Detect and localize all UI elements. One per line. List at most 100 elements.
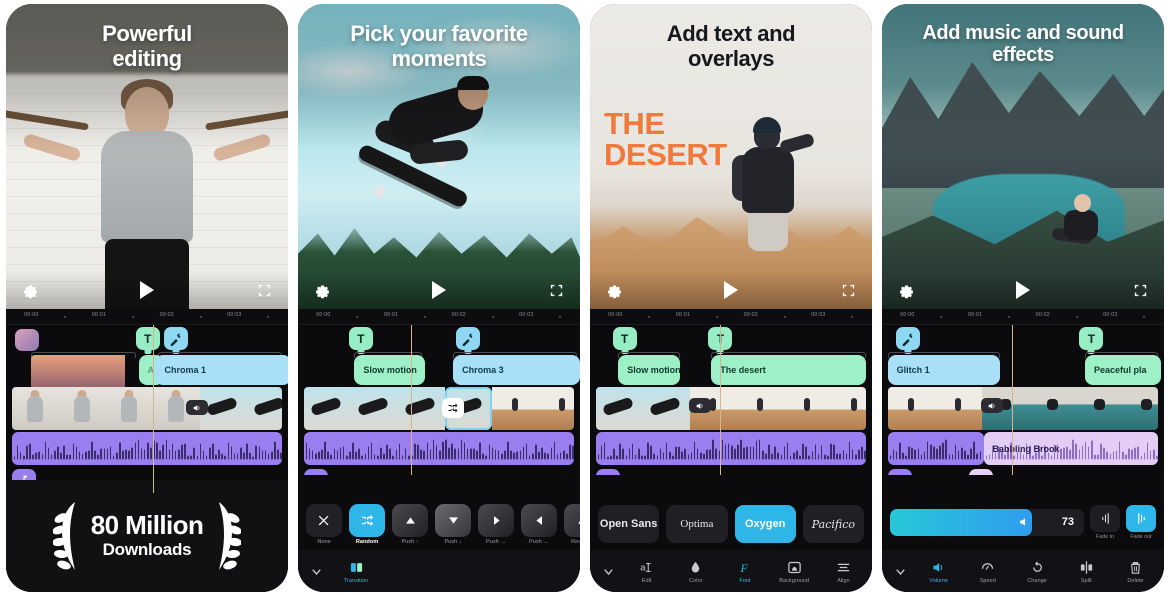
transition-option-push-up[interactable]: Push ↑: [392, 503, 428, 545]
toolbar-item-split[interactable]: Split: [1062, 559, 1111, 584]
overlay-clip[interactable]: Chroma 1: [155, 355, 288, 385]
fullscreen-icon[interactable]: [254, 280, 274, 300]
overlay-track[interactable]: Glitch 1 Peaceful pla: [882, 355, 1164, 385]
fade-in-control[interactable]: Fade in: [1090, 504, 1120, 540]
magic-wand-icon[interactable]: [163, 327, 188, 350]
fade-out-control[interactable]: Fade out: [1126, 504, 1156, 540]
player-controls[interactable]: [882, 271, 1164, 309]
transition-option-push-right[interactable]: Push →: [478, 503, 514, 545]
mute-icon[interactable]: [688, 398, 711, 413]
close-icon[interactable]: [306, 503, 342, 537]
overlay-clip[interactable]: The desert: [711, 355, 867, 385]
playhead[interactable]: [152, 325, 155, 493]
timeline-editor[interactable]: 00:00 00:01 00:02 00:03 00:04 00:05 T: [882, 309, 1164, 592]
overlay-clip[interactable]: Glitch 1: [887, 355, 1001, 385]
music-note-icon[interactable]: [595, 469, 620, 475]
chevron-down-icon[interactable]: [302, 564, 330, 579]
volume-slider[interactable]: 73: [890, 508, 1084, 536]
overlay-clip[interactable]: Slow motion: [354, 355, 425, 385]
gear-icon[interactable]: [20, 280, 40, 300]
toolbar-item-edit[interactable]: a Edit: [622, 559, 671, 583]
fade-in-icon[interactable]: [1090, 504, 1120, 532]
audio-track[interactable]: [590, 432, 872, 465]
timeline-ruler[interactable]: 00:00 00:01 00:02 00:03 00:04 00:05: [882, 309, 1164, 325]
playhead[interactable]: [1011, 325, 1014, 475]
transition-option-push-down[interactable]: Push ↓: [435, 503, 471, 545]
magic-wand-icon[interactable]: [896, 327, 921, 350]
overlay-clip[interactable]: Chroma 3: [453, 355, 580, 385]
gear-icon[interactable]: [896, 280, 916, 300]
timeline-ruler[interactable]: 00:00 00:01 00:02 00:03 00:04 00:05: [298, 309, 580, 325]
video-track[interactable]: [882, 387, 1164, 430]
transition-option-push-left[interactable]: Push ←: [521, 503, 557, 545]
video-filmstrip[interactable]: [595, 387, 867, 430]
bottom-toolbar[interactable]: Transition: [298, 550, 580, 592]
audio-track[interactable]: [6, 432, 288, 465]
toolbar-item-color[interactable]: Color: [671, 559, 720, 584]
shuffle-icon[interactable]: [441, 398, 464, 418]
screenshot-panel-add-text-and-overlays[interactable]: Add text and overlays THE DESERT 00:00 0…: [590, 4, 872, 592]
video-filmstrip[interactable]: [887, 387, 1159, 430]
fullscreen-icon[interactable]: [838, 280, 858, 300]
overlay-track[interactable]: Slow motion The desert: [590, 355, 872, 385]
toolbar-item-background[interactable]: Background: [770, 559, 819, 584]
transition-options[interactable]: None Random Push ↑ Push ↓ Push → Push ← …: [298, 498, 580, 550]
music-note-icon[interactable]: [887, 469, 912, 475]
volume-controls[interactable]: 73 Fade in Fade out: [882, 498, 1164, 546]
shuffle-icon[interactable]: [349, 503, 385, 537]
font-option-optima[interactable]: Optima: [666, 505, 728, 543]
playhead[interactable]: [410, 325, 413, 475]
audio-clip[interactable]: [595, 432, 867, 465]
fullscreen-icon[interactable]: [1130, 280, 1150, 300]
gear-icon[interactable]: [312, 280, 332, 300]
chevron-down-icon[interactable]: [886, 564, 914, 579]
timeline-tracks[interactable]: T Glitch 1 Peaceful pla Babbling Brook: [882, 325, 1164, 475]
timeline-editor[interactable]: 00:00 00:01 00:02 00:03 00:04 00:05 T T: [590, 309, 872, 592]
font-option-open-sans[interactable]: Open Sans: [598, 505, 660, 543]
audio-clip[interactable]: [11, 432, 283, 465]
video-track[interactable]: [6, 387, 288, 430]
video-track[interactable]: [590, 387, 872, 430]
toolbar-item-delete[interactable]: Delete: [1111, 559, 1160, 584]
triangle-right-icon[interactable]: [478, 503, 514, 537]
mute-icon[interactable]: [186, 400, 209, 415]
transition-option-reveal-up[interactable]: Reveal ↑: [564, 503, 580, 545]
transition-option-random[interactable]: Random: [349, 503, 385, 545]
player-controls[interactable]: [590, 271, 872, 309]
video-track[interactable]: [298, 387, 580, 430]
overlay-clip[interactable]: Peaceful pla: [1085, 355, 1162, 385]
mute-icon[interactable]: [980, 398, 1003, 413]
fullscreen-icon[interactable]: [546, 280, 566, 300]
gear-icon[interactable]: [604, 280, 624, 300]
timeline-editor[interactable]: 00:00 00:01 00:02 00:03 00:04 00:05 T: [298, 309, 580, 592]
overlay-track[interactable]: Slow motion Chroma 3: [298, 355, 580, 385]
chevron-down-icon[interactable]: [594, 564, 622, 579]
triangle-left-icon[interactable]: [521, 503, 557, 537]
font-option-oxygen[interactable]: Oxygen: [734, 505, 796, 543]
timeline-editor[interactable]: 00:00 00:01 00:02 00:03 00:04 00:05 T: [6, 309, 288, 592]
toolbar-item-speed[interactable]: Speed: [963, 559, 1012, 584]
play-icon[interactable]: [724, 281, 738, 299]
player-controls[interactable]: [298, 271, 580, 309]
play-icon[interactable]: [1016, 281, 1030, 299]
overlay-track[interactable]: A Chroma 1: [6, 355, 288, 398]
screenshot-panel-pick-favorite-moments[interactable]: Pick your favorite moments 00:00 00:01 0…: [298, 4, 580, 592]
audio-clip-sound-effect[interactable]: Babbling Brook: [983, 432, 1159, 465]
video-preview[interactable]: Add music and sound effects: [882, 4, 1164, 309]
audio-track[interactable]: Babbling Brook: [882, 432, 1164, 465]
play-icon[interactable]: [140, 281, 154, 299]
audio-clip[interactable]: [303, 432, 575, 465]
play-icon[interactable]: [432, 281, 446, 299]
equalizer-icon[interactable]: [969, 469, 994, 475]
timeline-ruler[interactable]: 00:00 00:01 00:02 00:03 00:04 00:05: [590, 309, 872, 325]
fade-out-icon[interactable]: [1126, 504, 1156, 532]
player-controls[interactable]: [6, 271, 288, 309]
toolbar-item-change[interactable]: Change: [1012, 559, 1061, 584]
screenshot-panel-add-music-and-sound-effects[interactable]: Add music and sound effects 00:00 00:01 …: [882, 4, 1164, 592]
triangle-up-icon[interactable]: [564, 503, 580, 537]
toolbar-item-transition[interactable]: Transition: [330, 559, 382, 584]
magic-wand-icon[interactable]: [455, 327, 480, 350]
video-preview[interactable]: Powerful editing: [6, 4, 288, 309]
video-filmstrip[interactable]: [11, 387, 283, 430]
video-text-overlay[interactable]: THE DESERT: [604, 108, 727, 170]
